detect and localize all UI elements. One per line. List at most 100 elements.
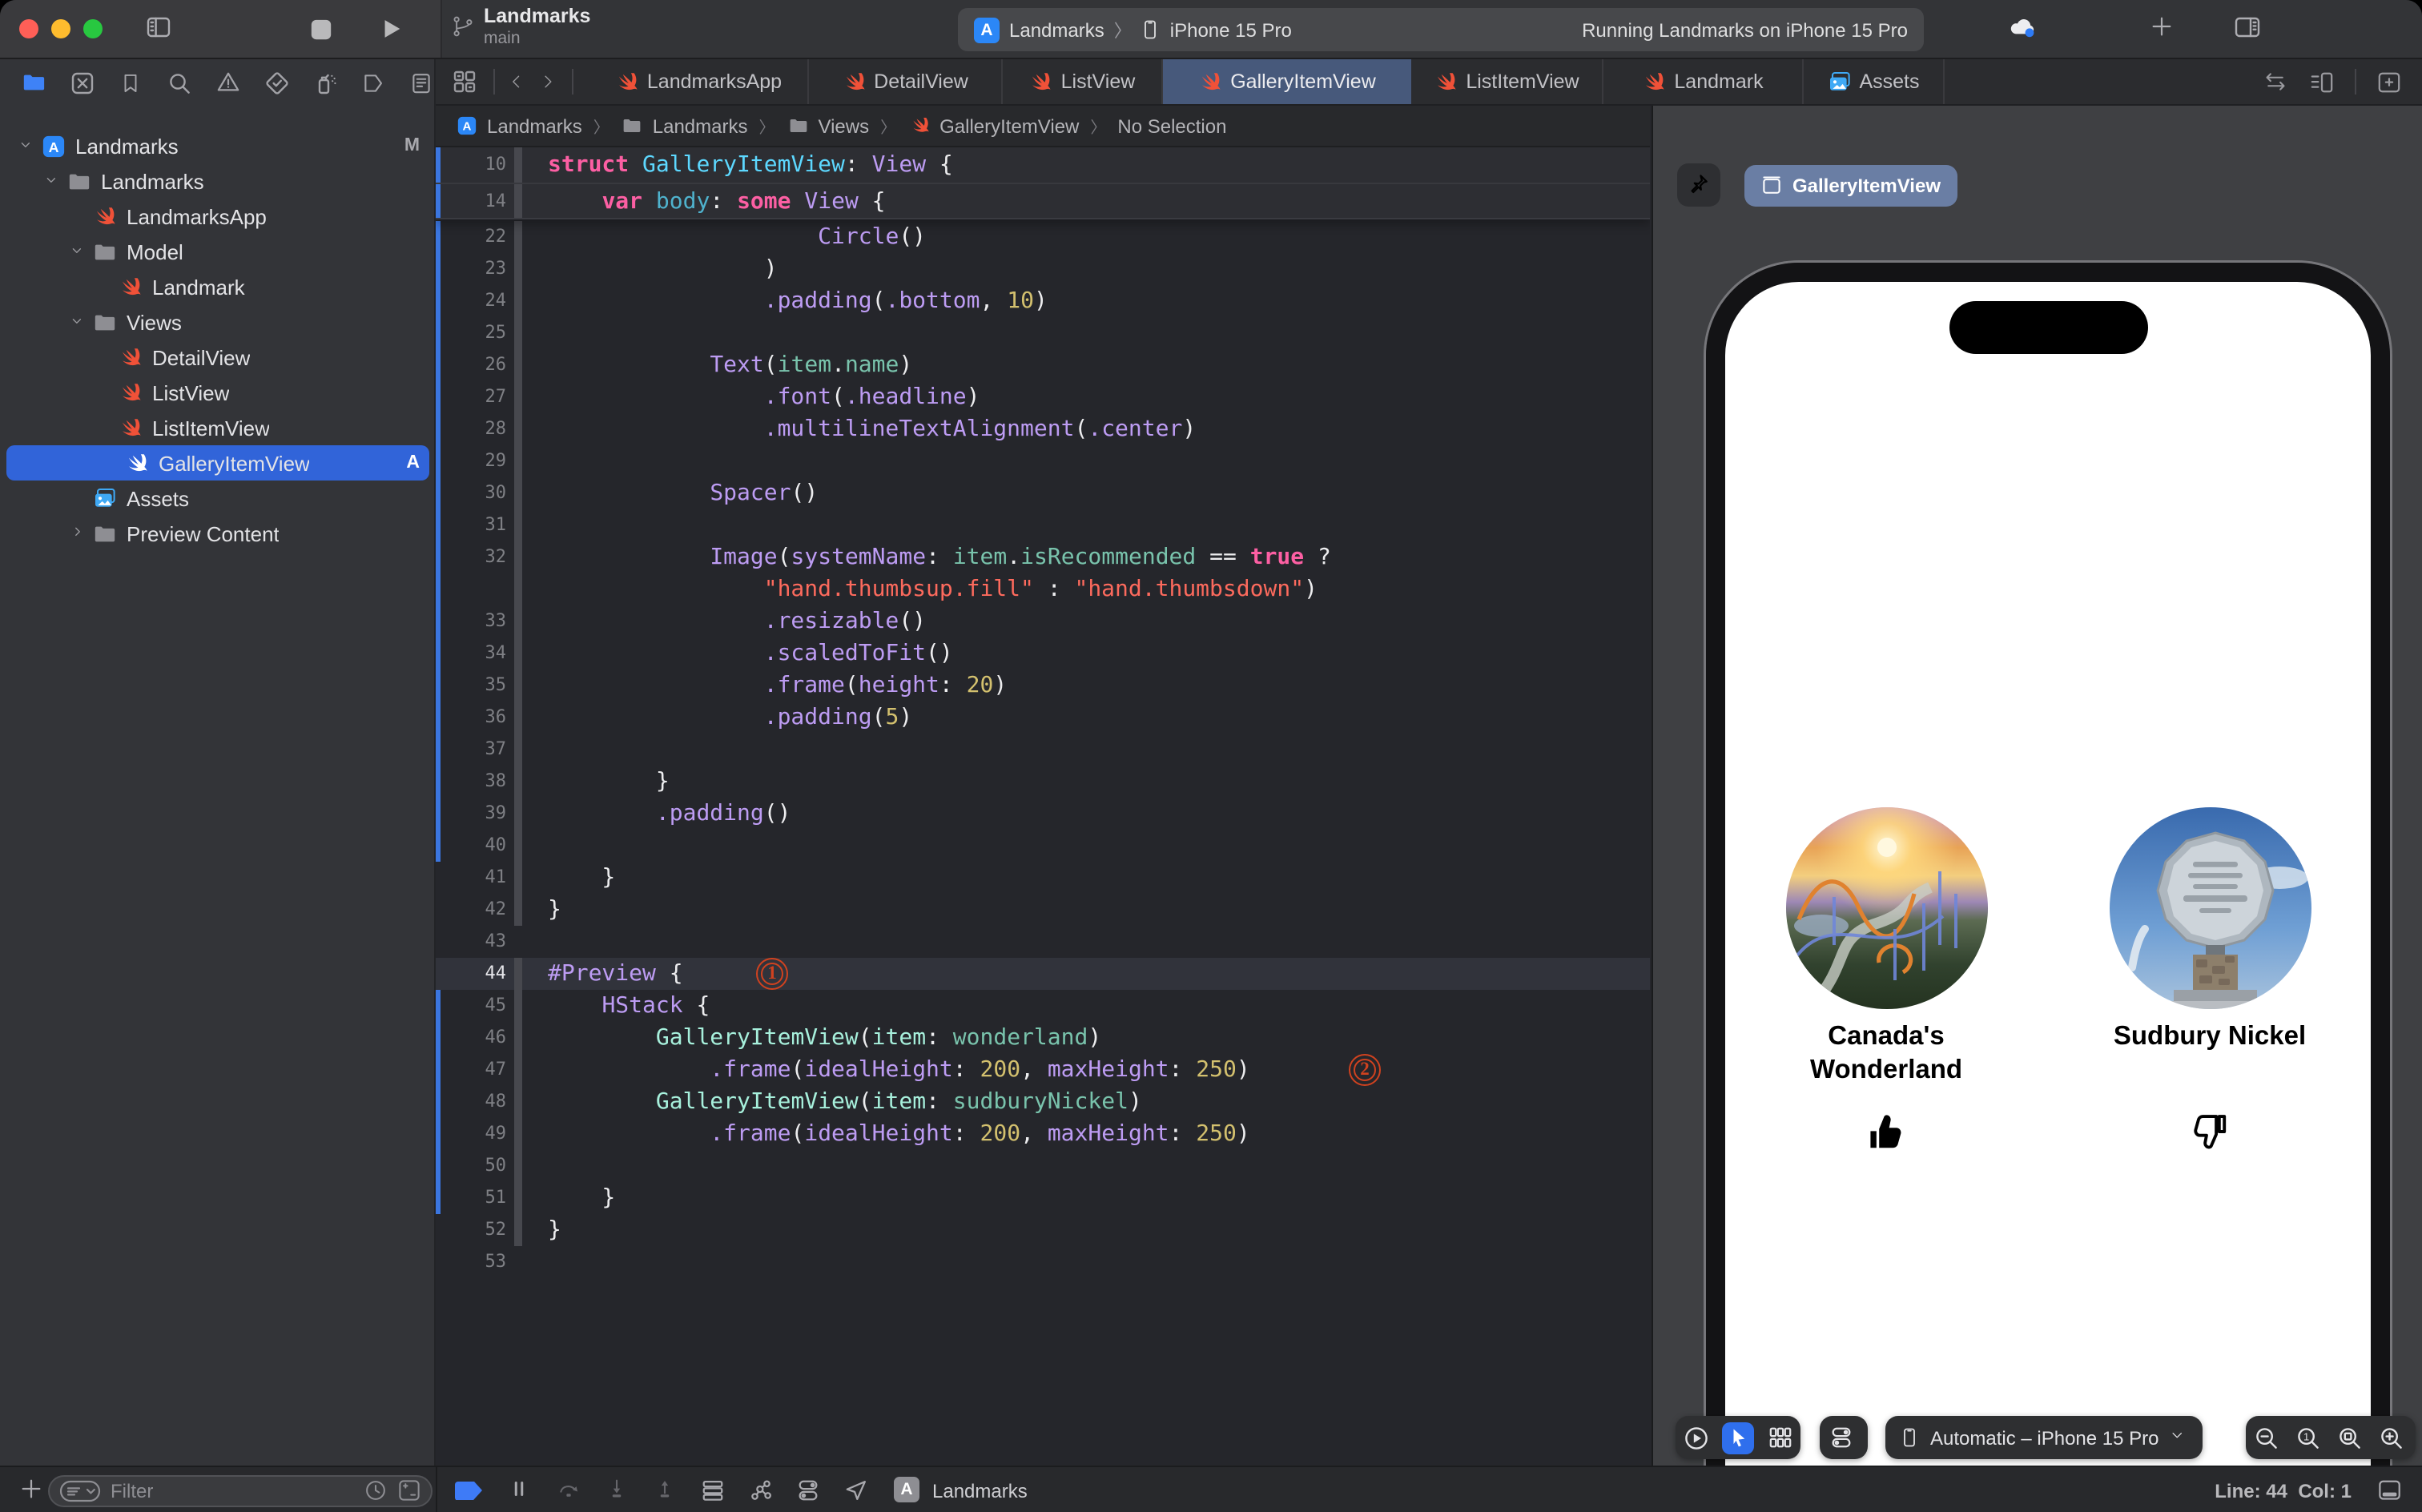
line-number[interactable]: 23 (436, 253, 507, 285)
line-number[interactable]: 38 (436, 766, 507, 798)
add-file-button[interactable] (19, 1477, 43, 1501)
device-settings-button[interactable] (1820, 1426, 1861, 1450)
sticky-line-10[interactable]: 10 struct GalleryItemView: View { (436, 147, 1650, 183)
breakpoints-icon[interactable] (360, 68, 388, 97)
line-number[interactable]: 47 (436, 1054, 507, 1086)
editor-options-icon[interactable] (2308, 70, 2336, 94)
step-over-button[interactable] (556, 1478, 581, 1501)
disclosure-down-icon[interactable] (67, 243, 90, 259)
new-tab-button[interactable] (2150, 14, 2174, 38)
line-number[interactable]: 33 (436, 605, 507, 637)
code-line-31[interactable]: 31 (436, 509, 1650, 541)
line-number[interactable]: 49 (436, 1118, 507, 1150)
line-number[interactable]: 45 (436, 990, 507, 1022)
find-icon[interactable] (166, 68, 194, 97)
zoom-in-button[interactable] (2371, 1425, 2412, 1450)
minimize-window-button[interactable] (51, 19, 70, 38)
code-line-32[interactable]: 32 Image(systemName: item.isRecommended … (436, 541, 1650, 573)
sidebar-item-landmark[interactable]: Landmark (0, 269, 436, 304)
code-line-wrapped[interactable]: "hand.thumbsup.fill" : "hand.thumbsdown"… (436, 573, 1650, 605)
code-line-51[interactable]: 51 } (436, 1182, 1650, 1214)
pin-preview-button[interactable] (1677, 163, 1720, 207)
zoom-100-button[interactable]: 1 (2287, 1425, 2329, 1450)
breakpoints-toggle-button[interactable] (455, 1481, 482, 1500)
code-line-50[interactable]: 50 (436, 1150, 1650, 1182)
selectable-mode-button[interactable] (1722, 1422, 1754, 1454)
pause-button[interactable] (509, 1478, 529, 1499)
tab-detailview[interactable]: DetailView (809, 59, 1003, 104)
code-line-22[interactable]: 22 Circle() (436, 221, 1650, 253)
go-back-icon[interactable] (511, 70, 525, 93)
sidebar-item-views[interactable]: Views (0, 304, 436, 340)
reports-icon[interactable] (408, 68, 437, 97)
tab-landmarksapp[interactable]: LandmarksApp (589, 59, 809, 104)
recents-filter-icon[interactable] (364, 1478, 388, 1502)
line-number[interactable]: 22 (436, 221, 507, 253)
zoom-out-button[interactable] (2246, 1425, 2287, 1450)
sidebar-item-landmarksapp[interactable]: LandmarksApp (0, 199, 436, 234)
go-forward-icon[interactable] (541, 70, 556, 93)
code-line-24[interactable]: 24 .padding(.bottom, 10) (436, 285, 1650, 317)
line-number[interactable]: 53 (436, 1246, 507, 1278)
sidebar-item-preview-content[interactable]: Preview Content (0, 516, 436, 551)
line-number[interactable]: 29 (436, 445, 507, 477)
code-line-48[interactable]: 48 GalleryItemView(item: sudburyNickel) (436, 1086, 1650, 1118)
zoom-window-button[interactable] (83, 19, 103, 38)
environment-overrides-button[interactable] (796, 1478, 820, 1502)
line-number[interactable]: 50 (436, 1150, 507, 1182)
disclosure-right-icon[interactable] (67, 525, 90, 541)
code-line-28[interactable]: 28 .multilineTextAlignment(.center) (436, 413, 1650, 445)
line-number[interactable]: 14 (436, 184, 507, 219)
code-line-27[interactable]: 27 .font(.headline) (436, 381, 1650, 413)
sidebar-item-listitemview[interactable]: ListItemView (0, 410, 436, 445)
sidebar-item-model[interactable]: Model (0, 234, 436, 269)
code-line-34[interactable]: 34 .scaledToFit() (436, 637, 1650, 670)
line-number[interactable]: 51 (436, 1182, 507, 1214)
code-line-26[interactable]: 26 Text(item.name) (436, 349, 1650, 381)
issues-icon[interactable] (215, 68, 243, 97)
line-number[interactable]: 26 (436, 349, 507, 381)
xcode-cloud-icon[interactable] (2004, 13, 2039, 38)
tab-assets[interactable]: Assets (1804, 59, 1945, 104)
iphone-screen[interactable]: Canada's Wonderland Sudbury Nickel (1725, 282, 2371, 1466)
add-editor-icon[interactable] (2376, 70, 2403, 94)
code-review-icon[interactable] (2262, 70, 2289, 93)
project-navigator-icon[interactable] (19, 68, 48, 97)
line-number[interactable]: 34 (436, 637, 507, 670)
line-number[interactable]: 37 (436, 734, 507, 766)
code-line-42[interactable]: 42} (436, 894, 1650, 926)
sidebar-item-assets[interactable]: Assets (0, 481, 436, 516)
line-number[interactable]: 52 (436, 1214, 507, 1246)
code-line-44[interactable]: 44 #Preview {1 (436, 958, 1650, 990)
breadcrumb-item-no-selection[interactable]: No Selection (1117, 115, 1226, 137)
code-line-35[interactable]: 35 .frame(height: 20) (436, 670, 1650, 702)
tests-icon[interactable] (263, 68, 291, 97)
bookmarks-icon[interactable] (118, 68, 146, 97)
code-line-38[interactable]: 38 } (436, 766, 1650, 798)
code-line-41[interactable]: 41 } (436, 862, 1650, 894)
sidebar-item-galleryitemview[interactable]: GalleryItemView A (6, 445, 429, 481)
stop-button[interactable] (309, 18, 333, 42)
code-line-33[interactable]: 33 .resizable() (436, 605, 1650, 637)
flags-filter-icon[interactable] (397, 1478, 421, 1502)
tab-galleryitemview[interactable]: GalleryItemView (1163, 59, 1411, 104)
code-line-46[interactable]: 46 GalleryItemView(item: wonderland) (436, 1022, 1650, 1054)
line-number[interactable]: 46 (436, 1022, 507, 1054)
sidebar-item-landmarks[interactable]: A Landmarks M (0, 128, 436, 163)
related-items-icon[interactable] (452, 69, 477, 94)
run-button[interactable] (380, 16, 404, 42)
code-line-43[interactable]: 43 (436, 926, 1650, 958)
inspector-toggle-button[interactable] (2231, 14, 2262, 40)
line-number[interactable]: 27 (436, 381, 507, 413)
line-number[interactable]: 43 (436, 926, 507, 958)
zoom-to-fit-button[interactable] (2329, 1425, 2371, 1450)
breadcrumb-item-galleryitemview[interactable]: GalleryItemView (907, 114, 1079, 138)
source-control-icon[interactable] (69, 68, 97, 97)
memory-graph-button[interactable] (748, 1478, 774, 1502)
line-number[interactable]: 42 (436, 894, 507, 926)
debug-icon[interactable] (312, 68, 340, 97)
view-hierarchy-button[interactable] (700, 1478, 726, 1502)
disclosure-down-icon[interactable] (42, 173, 64, 189)
close-window-button[interactable] (19, 19, 38, 38)
line-number[interactable]: 36 (436, 702, 507, 734)
